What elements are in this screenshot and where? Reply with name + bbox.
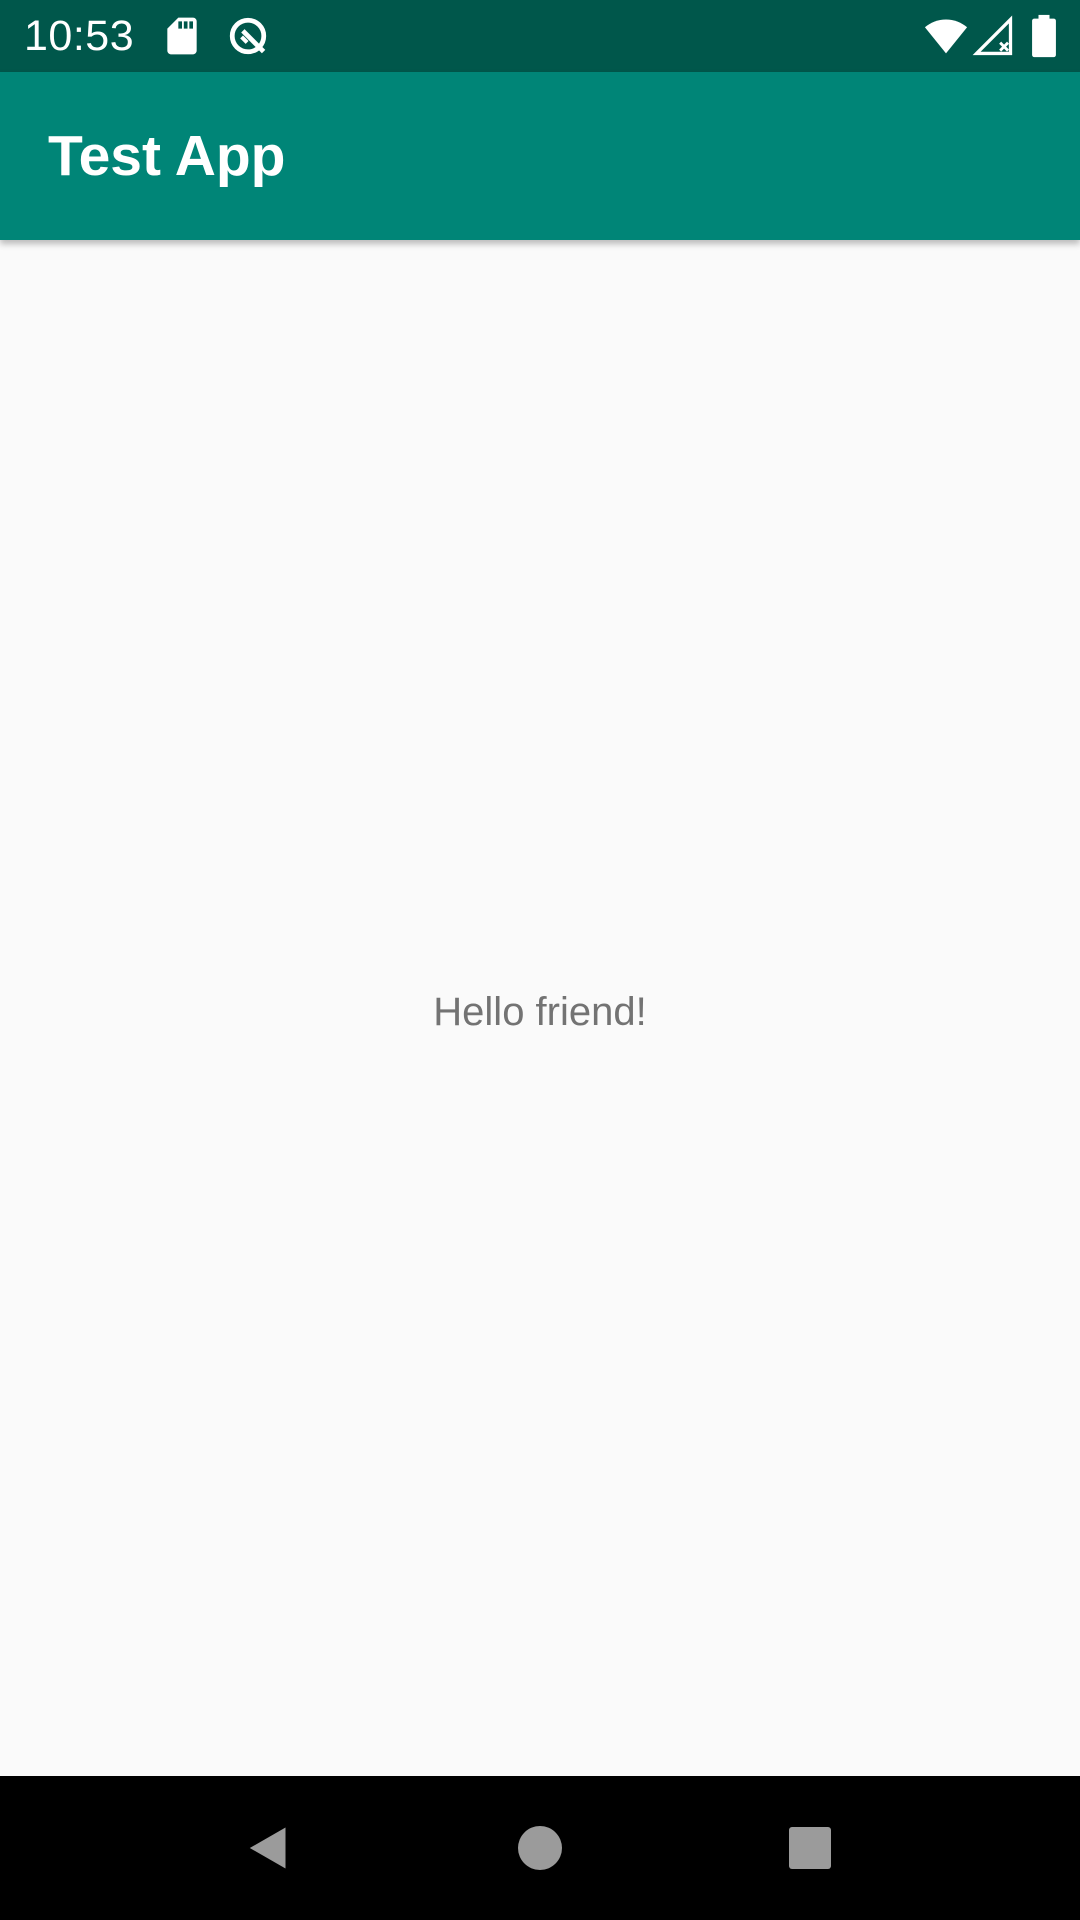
app-title: Test App — [48, 124, 286, 188]
recents-icon — [789, 1827, 831, 1869]
data-saver-icon — [226, 14, 270, 58]
main-content: Hello friend! — [0, 240, 1080, 1776]
battery-icon — [1026, 14, 1062, 58]
home-button[interactable] — [492, 1800, 588, 1896]
back-icon — [249, 1827, 286, 1869]
app-bar: Test App — [0, 72, 1080, 240]
status-bar: 10:53 — [0, 0, 1080, 72]
cell-signal-no-data-icon — [972, 14, 1016, 58]
status-time: 10:53 — [24, 12, 135, 60]
recents-button[interactable] — [762, 1800, 858, 1896]
hello-message: Hello friend! — [433, 990, 647, 1034]
navigation-bar — [0, 1776, 1080, 1920]
home-icon — [518, 1826, 562, 1870]
sd-card-icon — [160, 14, 204, 58]
wifi-icon — [922, 14, 970, 58]
back-button[interactable] — [220, 1800, 316, 1896]
screen: 10:53 Test App Hello friend! — [0, 0, 1080, 1920]
